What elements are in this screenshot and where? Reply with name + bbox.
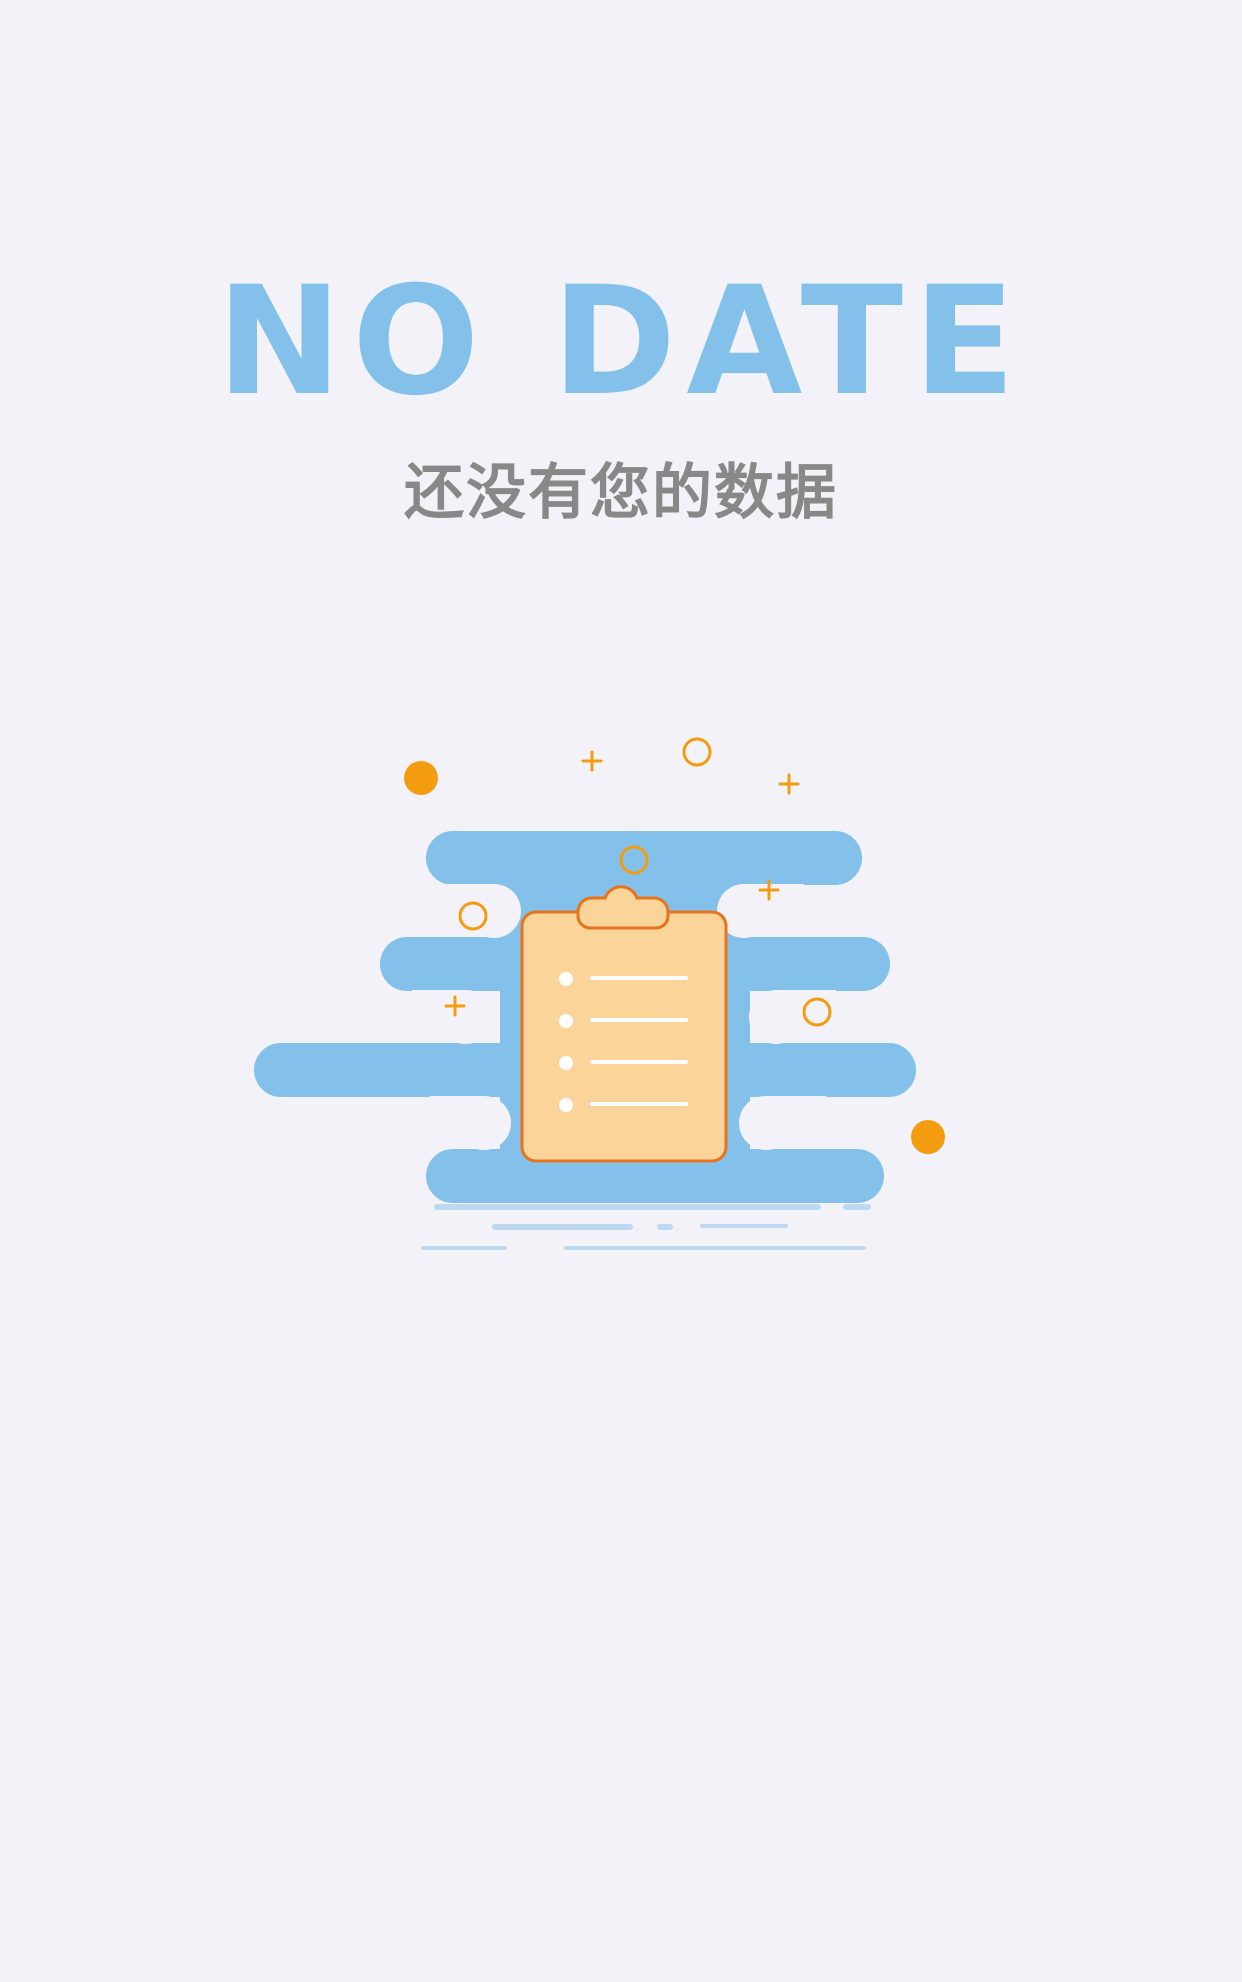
empty-clipboard-illustration bbox=[254, 737, 945, 1250]
plus-icon bbox=[581, 750, 603, 772]
plus-icon bbox=[778, 773, 800, 795]
ring-icon bbox=[682, 737, 712, 767]
ground-lines bbox=[421, 1204, 871, 1250]
dot-icon bbox=[911, 1120, 945, 1154]
dot-icon bbox=[404, 761, 438, 795]
clipboard-icon bbox=[520, 885, 728, 1163]
empty-state-page: NO DATE 还没有您的数据 bbox=[0, 0, 1242, 1982]
